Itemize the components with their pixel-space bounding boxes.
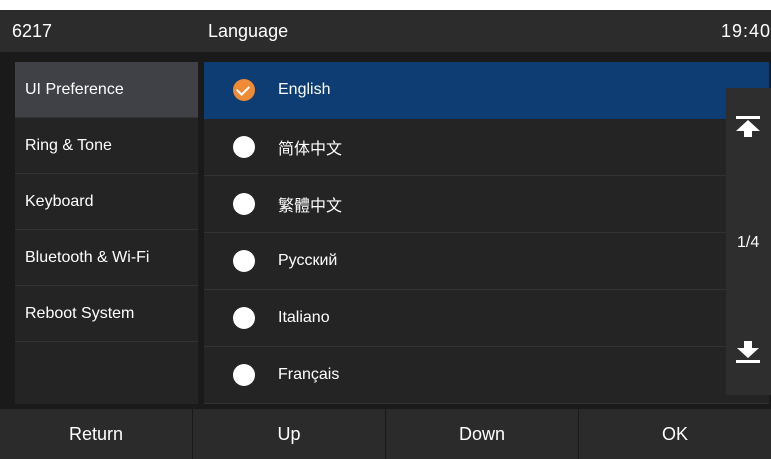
language-option-russian[interactable]: Русский (204, 233, 769, 290)
sidebar-empty-slot (15, 342, 198, 398)
radio-unchecked-icon (233, 364, 255, 386)
language-list: English 简体中文 繁體中文 Русский Italiano Franç… (204, 62, 769, 404)
language-label: 简体中文 (278, 141, 343, 158)
language-label: Italiano (278, 309, 330, 326)
page-scroller: 1/4 (726, 88, 771, 395)
clock: 19:40 (720, 21, 771, 41)
sidebar-item-label: Reboot System (25, 304, 135, 322)
radio-unchecked-icon (233, 307, 255, 329)
down-button[interactable]: Down (386, 409, 579, 459)
language-label: Русский (278, 252, 338, 269)
language-label: 繁體中文 (278, 198, 343, 215)
page-title: Language (208, 21, 289, 41)
page-indicator: 1/4 (737, 234, 760, 251)
ok-button[interactable]: OK (579, 409, 771, 459)
radio-unchecked-icon (233, 193, 255, 215)
scroll-to-top-icon[interactable] (735, 114, 761, 138)
sidebar-item-label: UI Preference (25, 80, 124, 98)
language-label: English (278, 81, 331, 98)
sidebar-item-label: Bluetooth & Wi-Fi (25, 248, 150, 266)
sidebar-item-reboot-system[interactable]: Reboot System (15, 286, 198, 342)
radio-unchecked-icon (233, 250, 255, 272)
up-button[interactable]: Up (193, 409, 386, 459)
status-bar: 6217 Language 19:40 (0, 10, 771, 52)
sidebar: UI Preference Ring & Tone Keyboard Bluet… (15, 62, 198, 404)
return-button[interactable]: Return (0, 409, 193, 459)
radio-unchecked-icon (233, 136, 255, 158)
language-option-traditional-chinese[interactable]: 繁體中文 (204, 176, 769, 233)
phone-screen: 6217 Language 19:40 UI Preference Ring &… (0, 10, 771, 459)
scroll-to-bottom-icon[interactable] (735, 340, 761, 364)
softkey-bar: Return Up Down OK (0, 409, 771, 459)
radio-checked-icon (233, 79, 255, 101)
sidebar-item-bluetooth-wifi[interactable]: Bluetooth & Wi-Fi (15, 230, 198, 286)
language-option-english[interactable]: English (204, 62, 769, 119)
sidebar-item-label: Ring & Tone (25, 136, 112, 154)
language-label: Français (278, 366, 340, 383)
language-option-italian[interactable]: Italiano (204, 290, 769, 347)
account-number: 6217 (12, 21, 53, 41)
sidebar-item-ui-preference[interactable]: UI Preference (15, 62, 198, 118)
sidebar-item-keyboard[interactable]: Keyboard (15, 174, 198, 230)
sidebar-item-ring-tone[interactable]: Ring & Tone (15, 118, 198, 174)
sidebar-item-label: Keyboard (25, 192, 94, 210)
language-option-simplified-chinese[interactable]: 简体中文 (204, 119, 769, 176)
language-option-french[interactable]: Français (204, 347, 769, 404)
